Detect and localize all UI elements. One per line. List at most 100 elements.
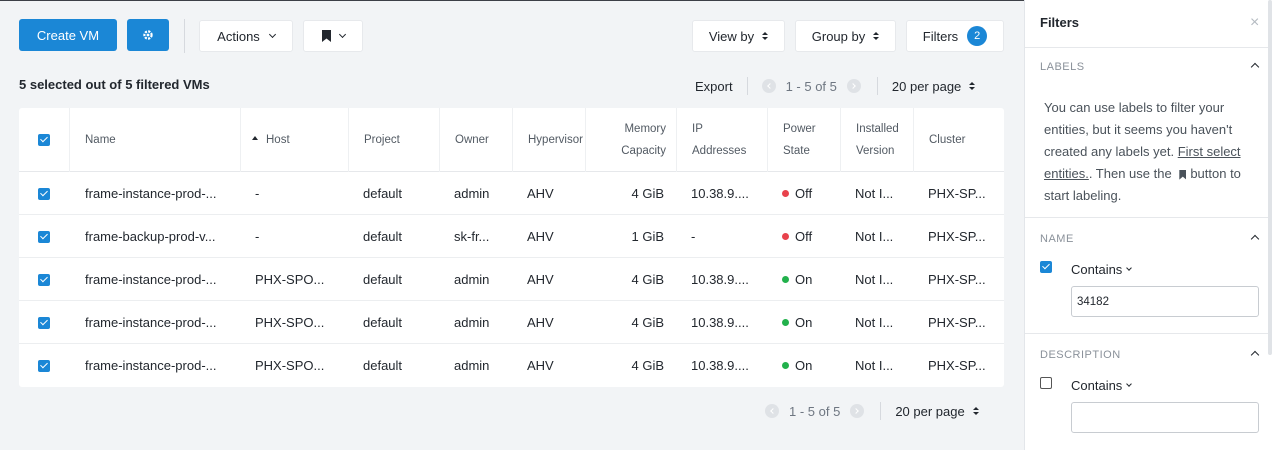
sort-asc-icon — [252, 136, 258, 140]
group-by-dropdown[interactable]: Group by — [795, 20, 896, 52]
cell-power: On — [767, 301, 840, 344]
cell-host: - — [255, 229, 260, 244]
row-checkbox[interactable] — [38, 230, 50, 243]
sort-arrows-icon — [972, 407, 979, 415]
header-cluster[interactable]: Cluster — [913, 108, 1004, 172]
table-row[interactable]: frame-instance-prod-... - default admin AHV 4… — [19, 172, 1004, 215]
chevron-up-icon[interactable] — [1250, 62, 1260, 72]
settings-button[interactable] — [127, 19, 169, 51]
table-row[interactable]: frame-instance-prod-... PHX-SPO... default… — [19, 258, 1004, 301]
view-by-dropdown[interactable]: View by — [692, 20, 785, 52]
description-contains-dropdown[interactable]: Contains — [1071, 378, 1133, 393]
cell-cluster: PHX-SP... — [928, 186, 986, 201]
row-checkbox[interactable] — [38, 273, 50, 286]
cell-name[interactable]: frame-instance-prod-... — [69, 301, 240, 344]
description-filter-checkbox[interactable] — [1040, 377, 1052, 389]
cell-installed: Not I... — [855, 315, 894, 330]
divider — [1025, 217, 1272, 218]
filters-button[interactable]: Filters 2 — [906, 20, 1004, 52]
bookmark-icon — [321, 30, 331, 42]
gear-icon — [143, 30, 153, 40]
cell-installed: Not I... — [855, 272, 894, 287]
bookmark-icon — [1179, 169, 1187, 180]
cell-installed: Not I... — [855, 358, 894, 373]
cell-hypervisor: AHV — [527, 358, 554, 373]
cell-owner: admin — [454, 272, 490, 287]
divider — [1025, 333, 1272, 334]
table-row[interactable]: frame-backup-prod-v... - default sk-fr... AH… — [19, 215, 1004, 258]
cell-cluster: PHX-SP... — [928, 229, 986, 244]
power-status-dot-icon — [782, 319, 789, 326]
row-checkbox-cell — [38, 301, 58, 344]
actions-dropdown[interactable]: Actions — [199, 20, 293, 52]
cell-host: PHX-SPO... — [255, 272, 325, 287]
select-all-checkbox[interactable] — [38, 134, 50, 146]
view-by-label: View by — [708, 28, 755, 44]
description-filter-input[interactable] — [1071, 402, 1259, 433]
cell-project: default — [363, 186, 403, 201]
divider — [1025, 47, 1272, 48]
name-filter-checkbox[interactable] — [1040, 261, 1052, 273]
cell-owner: sk-fr... — [454, 229, 490, 244]
header-memory[interactable]: Memory Capacity — [585, 108, 676, 172]
header-hypervisor[interactable]: Hypervisor — [512, 108, 585, 172]
create-vm-button[interactable]: Create VM — [19, 19, 117, 51]
table-row[interactable]: frame-instance-prod-... PHX-SPO... default… — [19, 301, 1004, 344]
name-contains-dropdown[interactable]: Contains — [1071, 262, 1133, 277]
chevron-up-icon[interactable] — [1250, 234, 1260, 244]
prev-page-icon[interactable] — [761, 79, 776, 93]
power-status-dot-icon — [782, 190, 789, 197]
sort-arrows-icon — [762, 32, 769, 40]
cell-owner: admin — [454, 186, 490, 201]
bookmark-dropdown[interactable] — [303, 20, 363, 52]
header-power-state[interactable]: Power State — [767, 108, 840, 172]
table-row[interactable]: frame-instance-prod-... PHX-SPO... default… — [19, 344, 1004, 387]
vm-table: Name Host Project Owner Hypervisor Memor… — [19, 108, 1004, 387]
close-icon[interactable]: × — [1250, 14, 1259, 32]
cell-project: default — [363, 315, 403, 330]
header-ip[interactable]: IP Addresses — [676, 108, 767, 172]
cell-name[interactable]: frame-instance-prod-... — [69, 172, 240, 215]
row-checkbox[interactable] — [38, 359, 50, 372]
cell-memory: 4 GiB — [631, 358, 664, 373]
cell-name[interactable]: frame-instance-prod-... — [69, 344, 240, 387]
name-filter-input[interactable]: 34182 — [1071, 286, 1259, 317]
chevron-up-icon[interactable] — [1250, 350, 1260, 360]
cell-name[interactable]: frame-backup-prod-v... — [69, 215, 240, 258]
row-checkbox-cell — [38, 344, 58, 387]
next-page-icon[interactable] — [850, 404, 865, 418]
power-status-dot-icon — [782, 233, 789, 240]
chevron-down-icon — [1126, 381, 1133, 387]
row-checkbox[interactable] — [38, 187, 50, 200]
actions-label: Actions — [217, 28, 260, 44]
row-checkbox-cell — [38, 172, 58, 215]
cell-host: PHX-SPO... — [255, 358, 325, 373]
export-link[interactable]: Export — [695, 79, 733, 94]
table-header: Name Host Project Owner Hypervisor Memor… — [19, 108, 1004, 172]
toolbar-divider — [184, 19, 185, 53]
cell-memory: 4 GiB — [631, 315, 664, 330]
prev-page-icon[interactable] — [765, 404, 779, 418]
filters-panel: Filters × LABELS You can use labels to f… — [1024, 0, 1272, 450]
header-project[interactable]: Project — [348, 108, 439, 172]
cell-power: On — [767, 344, 840, 387]
cell-cluster: PHX-SP... — [928, 358, 986, 373]
header-owner[interactable]: Owner — [439, 108, 512, 172]
group-by-label: Group by — [811, 28, 866, 44]
cell-ip: 10.38.9.... — [691, 315, 749, 330]
cell-cluster: PHX-SP... — [928, 272, 986, 287]
per-page-select[interactable]: 20 per page — [892, 79, 976, 94]
header-name[interactable]: Name — [69, 108, 240, 172]
filters-panel-title: Filters — [1040, 15, 1080, 30]
header-host[interactable]: Host — [240, 108, 348, 172]
cell-name[interactable]: frame-instance-prod-... — [69, 258, 240, 301]
per-page-select[interactable]: 20 per page — [895, 404, 979, 419]
cell-ip: - — [691, 229, 696, 244]
panel-scrollbar[interactable] — [1268, 0, 1272, 355]
cell-memory: 4 GiB — [631, 186, 664, 201]
header-installed-version[interactable]: Installed Version — [840, 108, 913, 172]
labels-help-text: You can use labels to filter your entiti… — [1044, 100, 1241, 203]
sort-arrows-icon — [969, 82, 976, 90]
next-page-icon[interactable] — [846, 79, 861, 93]
row-checkbox[interactable] — [38, 316, 50, 329]
